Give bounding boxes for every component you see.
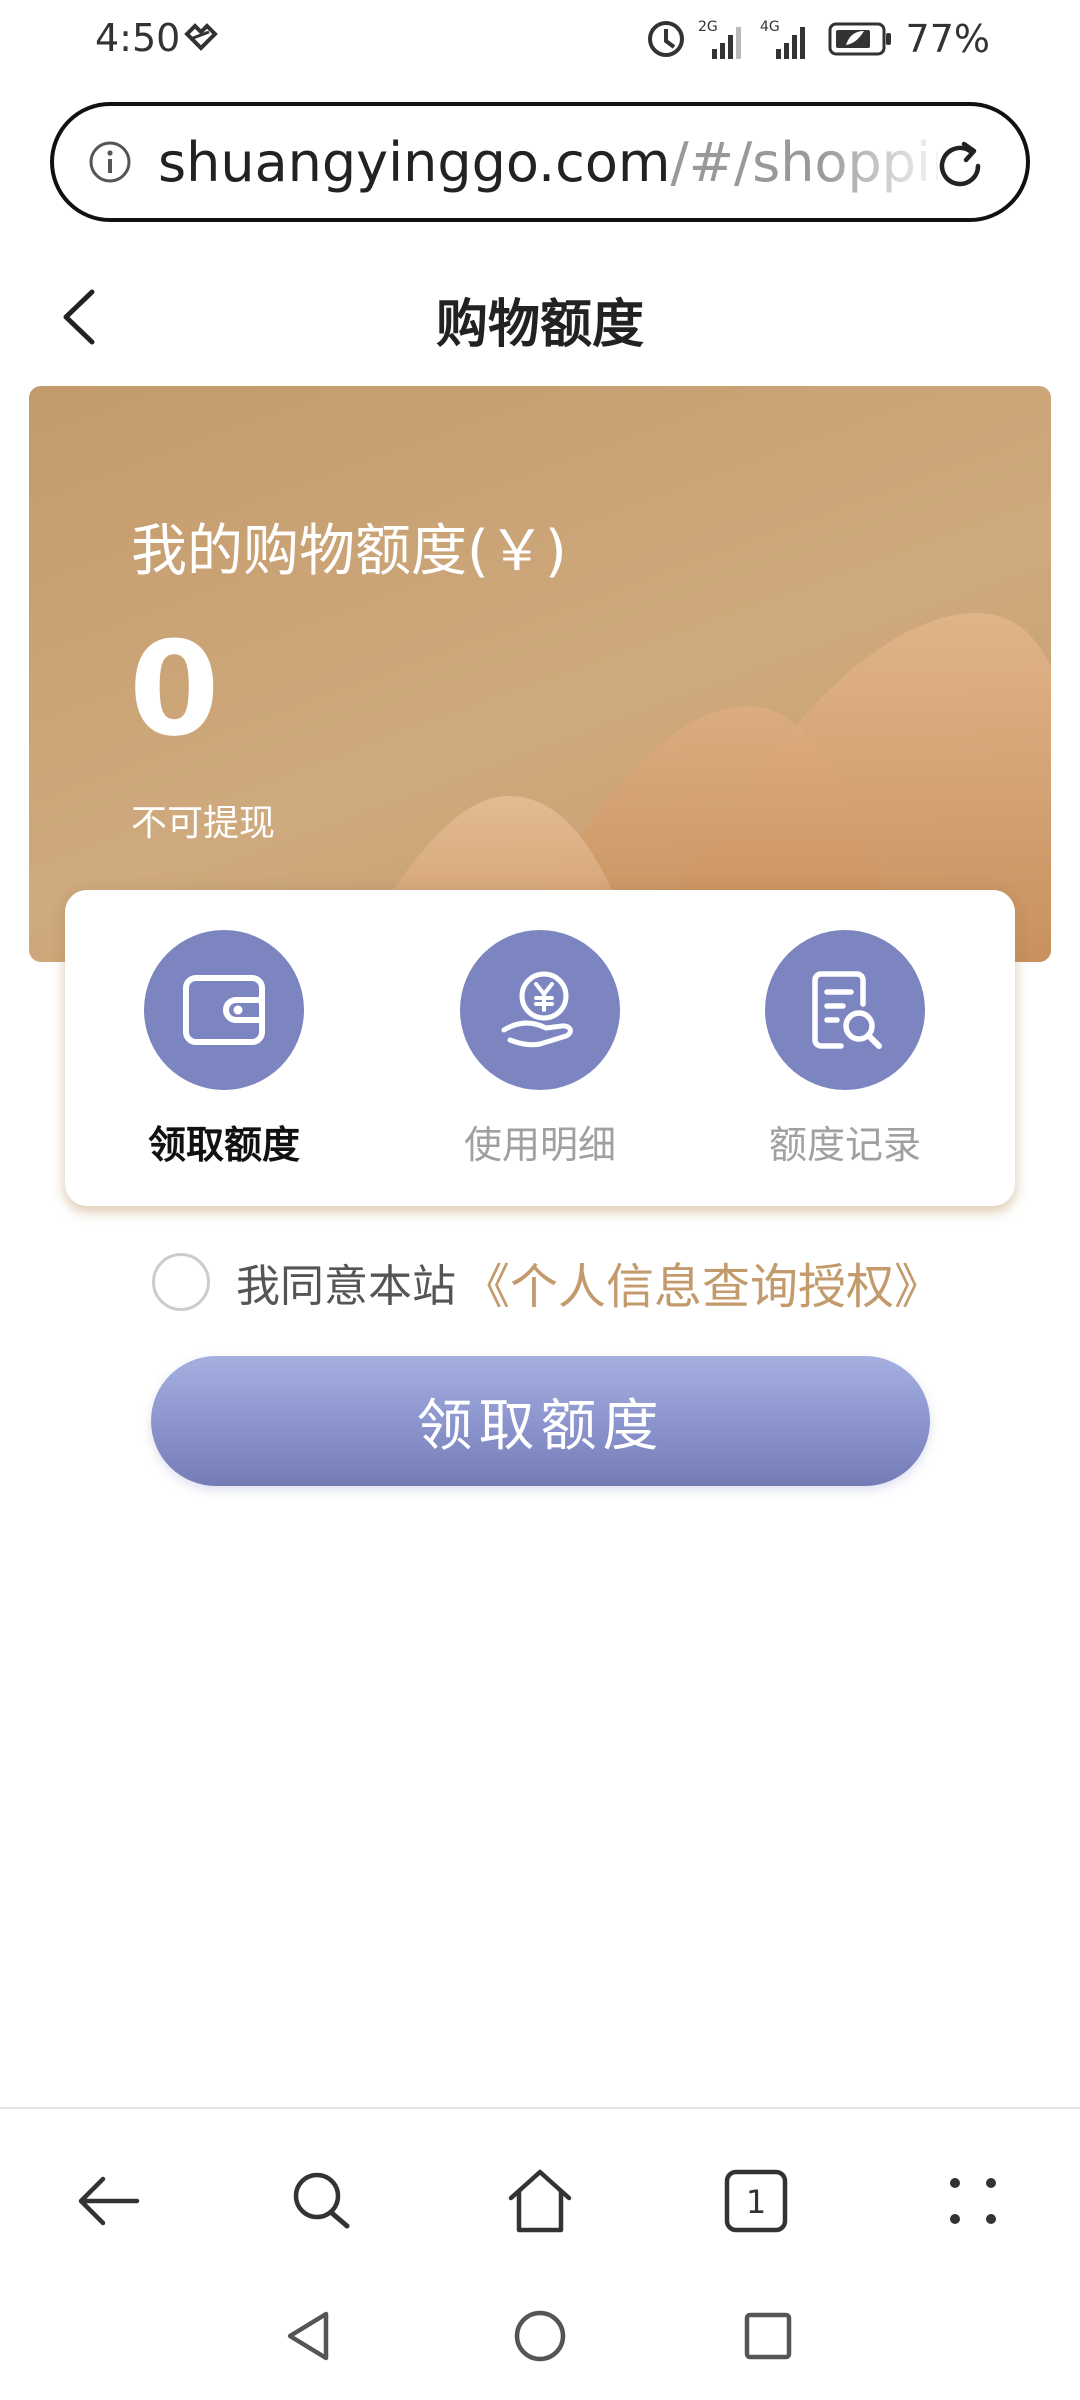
action-label-usage: 使用明细 <box>463 1123 616 1167</box>
signal-4g-icon: 4G <box>760 19 805 59</box>
system-back-button[interactable] <box>275 2301 345 2371</box>
network-2g-label: 2G <box>698 19 718 35</box>
browser-menu-button[interactable] <box>933 2161 1013 2241</box>
quota-note: 不可提现 <box>131 803 276 844</box>
browser-toolbar: 1 <box>0 2107 1080 2277</box>
browser-search-button[interactable] <box>282 2161 362 2241</box>
battery-percent: 77% <box>905 17 990 61</box>
signal-2g-icon: 2G <box>698 19 741 59</box>
action-label-claim: 领取额度 <box>147 1123 300 1167</box>
wallet-icon <box>183 975 265 1045</box>
more-dots-icon <box>950 2178 996 2224</box>
url-text[interactable]: shuangyinggo.com/#/shoppir <box>158 130 938 196</box>
quota-banner: 我的购物额度(￥) 0 不可提现 <box>29 386 1051 962</box>
address-bar[interactable]: shuangyinggo.com/#/shoppir <box>50 102 1030 222</box>
action-usage-details[interactable]: 使用明细 <box>400 930 680 1170</box>
action-quota-records[interactable]: 额度记录 <box>705 930 985 1170</box>
wallet-icon-circle <box>144 930 304 1090</box>
status-time: 4:50 <box>95 16 181 60</box>
yuan-hand-icon <box>501 971 573 1048</box>
home-icon <box>508 2169 572 2233</box>
quota-label: 我的购物额度(￥) <box>131 519 567 584</box>
document-search-icon <box>812 971 882 1049</box>
document-search-icon-circle <box>765 930 925 1090</box>
url-path: /#/shoppir <box>670 131 939 194</box>
network-4g-label: 4G <box>760 19 780 35</box>
agreement-text: 我同意本站 <box>236 1261 456 1312</box>
arrow-left-icon <box>78 2176 140 2226</box>
yuan-hand-icon-circle <box>460 930 620 1090</box>
reload-icon[interactable] <box>930 136 990 196</box>
browser-back-button[interactable] <box>68 2161 148 2241</box>
browser-home-button[interactable] <box>500 2161 580 2241</box>
tabs-icon: 1 <box>724 2169 788 2233</box>
agreement-checkbox[interactable] <box>152 1253 210 1311</box>
action-claim-quota[interactable]: 领取额度 <box>84 930 364 1170</box>
battery-icon <box>828 22 891 56</box>
app-notification-icon <box>184 23 218 51</box>
claim-quota-button[interactable]: 领取额度 <box>151 1356 930 1486</box>
status-indicators: 2G 4G 77% <box>646 14 990 64</box>
system-navigation <box>0 2277 1080 2400</box>
system-home-button[interactable] <box>505 2301 575 2371</box>
triangle-back-icon <box>287 2311 329 2361</box>
agreement-link[interactable]: 《个人信息查询授权》 <box>462 1247 942 1317</box>
tab-count: 1 <box>746 2183 766 2221</box>
page-header: 购物额度 <box>0 262 1080 372</box>
square-recents-icon <box>744 2312 792 2360</box>
circle-home-icon <box>514 2310 566 2362</box>
system-recents-button[interactable] <box>733 2301 803 2371</box>
browser-tabs-button[interactable]: 1 <box>716 2161 796 2241</box>
data-saver-icon <box>647 21 684 57</box>
agreement-row: 我同意本站 《个人信息查询授权》 <box>152 1252 942 1315</box>
quota-amount: 0 <box>129 613 220 765</box>
page-title: 购物额度 <box>435 295 644 355</box>
info-icon[interactable] <box>88 140 132 184</box>
url-host: shuangyinggo.com <box>158 131 671 194</box>
status-bar: 4:50 2G 4G 77% <box>0 0 1080 80</box>
search-icon <box>293 2172 350 2229</box>
action-label-records: 额度记录 <box>768 1123 921 1167</box>
actions-card: 领取额度 使用明细 额度记录 <box>65 890 1015 1206</box>
